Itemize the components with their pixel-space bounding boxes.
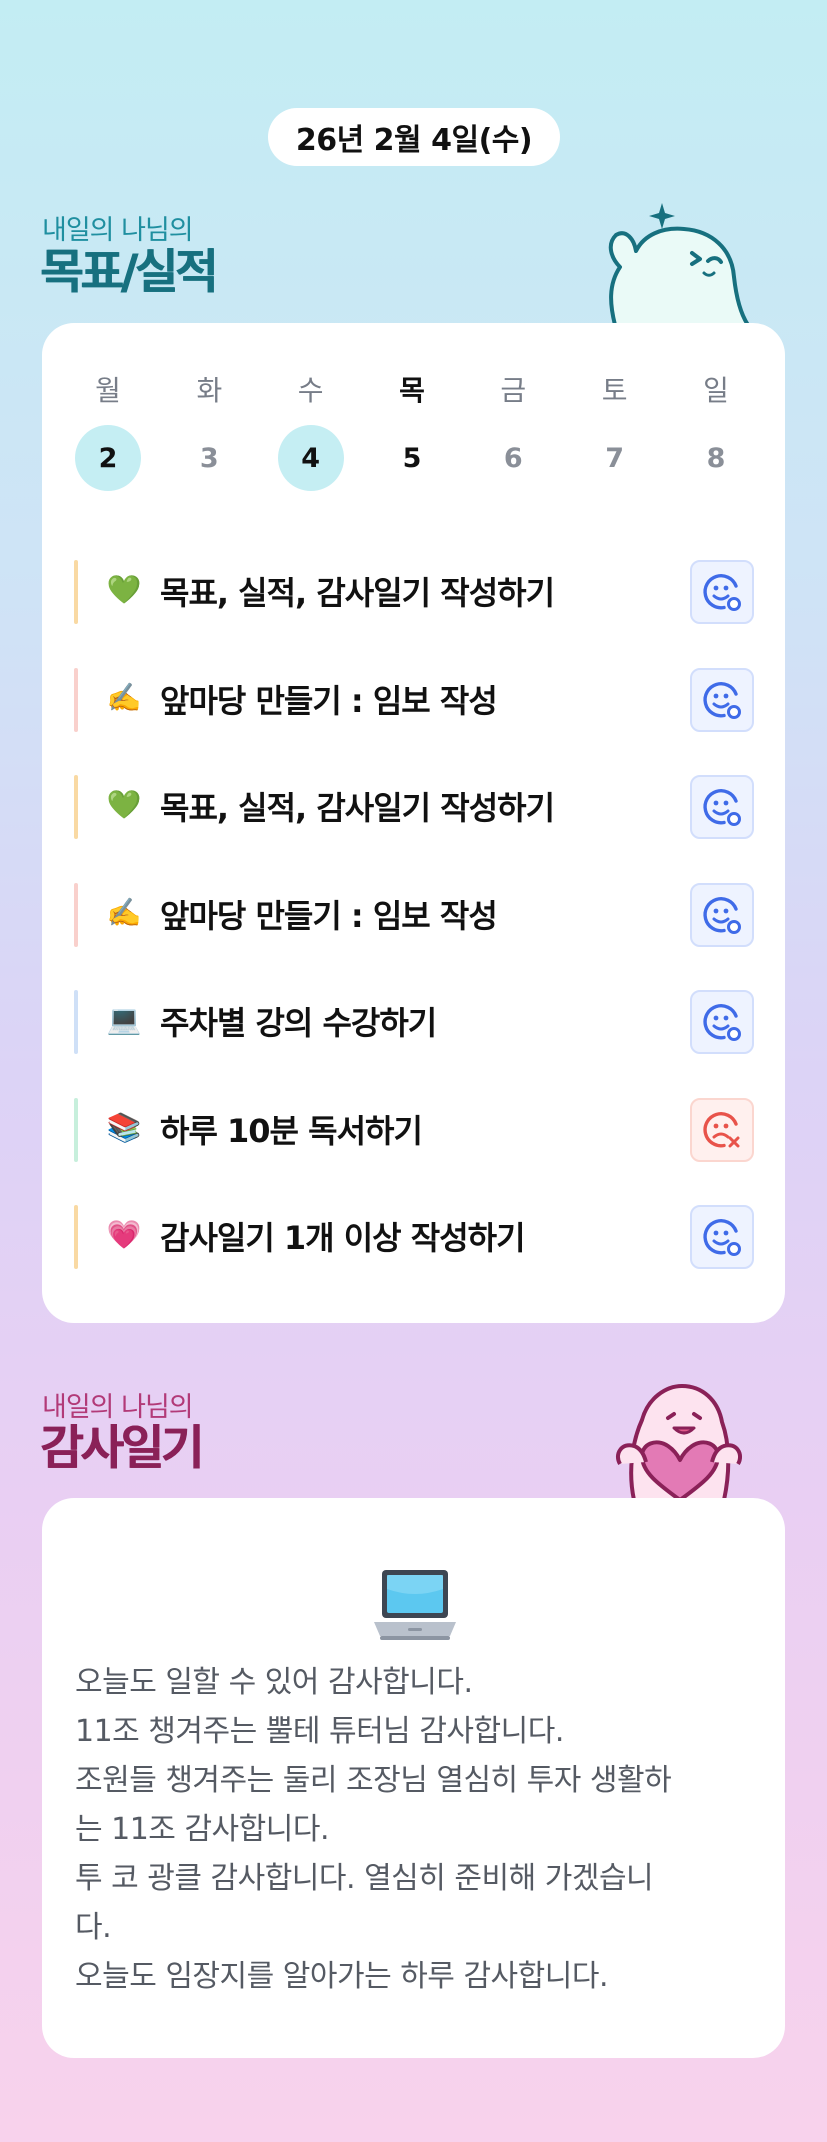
day-number: 8	[706, 442, 726, 474]
goal-item[interactable]: ✍️ 앞마당 만들기 : 임보 작성	[74, 646, 754, 754]
gratitude-text: 오늘도 일할 수 있어 감사합니다. 11조 챙겨주는 뿔테 튜터님 감사합니다…	[75, 1658, 755, 2001]
goal-text: 주차별 강의 수강하기	[160, 1004, 437, 1042]
mascot-waving-illustration	[608, 203, 750, 325]
goal-text: 하루 10분 독서하기	[160, 1111, 423, 1150]
goals-card: 월 2 화 3 수 4 목 5 금 6 토 7 일 8 💚 목표, 실적, 감사…	[42, 323, 785, 1323]
smile-icon	[703, 1219, 741, 1256]
status-button[interactable]	[690, 882, 754, 947]
goal-list: 💚 목표, 실적, 감사일기 작성하기 ✍️ 앞마당 만들기 : 임보 작성 💚…	[74, 538, 754, 1291]
goal-text: 목표, 실적, 감사일기 작성하기	[160, 789, 555, 827]
goals-section-title: 목표/실적	[40, 245, 218, 300]
date-label: 26년 2월 4일(수)	[268, 108, 560, 166]
day-number: 2	[75, 425, 141, 491]
goal-item[interactable]: 💚 목표, 실적, 감사일기 작성하기	[74, 538, 754, 646]
goal-item[interactable]: 💻 주차별 강의 수강하기	[74, 968, 754, 1076]
smile-icon	[703, 789, 741, 826]
pink-heart-icon: 💗	[106, 1218, 142, 1251]
day-number: 4	[277, 425, 344, 491]
gratitude-line: 투 코 광클 감사합니다. 열심히 준비해 가겠습니	[75, 1861, 654, 1896]
laptop-icon	[374, 1570, 456, 1640]
weekday-label: 화	[196, 374, 223, 407]
goal-text: 목표, 실적, 감사일기 작성하기	[160, 574, 555, 612]
status-button[interactable]	[690, 560, 754, 624]
weekday-label: 일	[703, 374, 729, 407]
goal-item[interactable]: 💗 감사일기 1개 이상 작성하기	[74, 1183, 754, 1291]
goal-text: 앞마당 만들기 : 임보 작성	[160, 681, 498, 720]
weekday-label: 목	[399, 374, 425, 407]
smile-icon	[703, 574, 741, 611]
writing-hand-icon: ✍️	[106, 895, 142, 929]
weekday-label: 수	[297, 374, 324, 407]
green-heart-icon: 💚	[106, 788, 142, 821]
weekday-label: 토	[601, 374, 628, 407]
day-number: 7	[605, 442, 625, 474]
status-button[interactable]	[690, 667, 754, 732]
gratitude-line: 오늘도 임장지를 알아가는 하루 감사합니다.	[75, 1959, 608, 1994]
gratitude-line: 조원들 챙겨주는 둘리 조장님 열심히 투자 생활하	[75, 1763, 672, 1798]
status-button[interactable]	[690, 1205, 754, 1269]
week-day-fri[interactable]: 금 6	[480, 371, 546, 491]
week-day-thu[interactable]: 목 5	[379, 371, 445, 491]
goal-item[interactable]: ✍️ 앞마당 만들기 : 임보 작성	[74, 861, 754, 969]
sad-icon	[703, 1111, 740, 1147]
laptop-icon: 💻	[106, 1003, 142, 1036]
goal-item[interactable]: 📚 하루 10분 독서하기	[74, 1076, 754, 1184]
week-day-tue[interactable]: 화 3	[176, 371, 242, 491]
smile-icon	[703, 896, 741, 934]
goal-accent-bar	[74, 1205, 78, 1269]
green-heart-icon: 💚	[106, 573, 142, 606]
goal-accent-bar	[74, 990, 78, 1054]
goal-text: 감사일기 1개 이상 작성하기	[160, 1219, 526, 1257]
day-number: 3	[199, 442, 219, 474]
goal-item[interactable]: 💚 목표, 실적, 감사일기 작성하기	[74, 753, 754, 861]
goal-accent-bar	[74, 667, 78, 732]
weekday-label: 월	[95, 374, 121, 407]
goal-text: 앞마당 만들기 : 임보 작성	[160, 896, 498, 935]
status-button[interactable]	[690, 775, 754, 839]
mascot-heart-illustration	[615, 1384, 743, 1500]
status-button[interactable]	[690, 990, 754, 1054]
goal-accent-bar	[74, 882, 78, 947]
weekday-label: 금	[500, 374, 527, 407]
status-button[interactable]	[690, 1097, 754, 1162]
week-day-sat[interactable]: 토 7	[582, 371, 648, 491]
week-day-wed[interactable]: 수 4	[277, 371, 344, 491]
gratitude-line: 는 11조 감사합니다.	[75, 1812, 329, 1847]
gratitude-card: 오늘도 일할 수 있어 감사합니다. 11조 챙겨주는 뿔테 튜터님 감사합니다…	[42, 1498, 785, 2058]
week-strip: 월 2 화 3 수 4 목 5 금 6 토 7 일 8	[75, 371, 749, 491]
gratitude-line: 11조 챙겨주는 뿔테 튜터님 감사합니다.	[75, 1714, 564, 1749]
writing-hand-icon: ✍️	[106, 680, 142, 714]
gratitude-line: 오늘도 일할 수 있어 감사합니다.	[75, 1665, 473, 1700]
goal-accent-bar	[74, 560, 78, 624]
gratitude-section-title: 감사일기	[40, 1421, 204, 1476]
week-day-sun[interactable]: 일 8	[683, 371, 749, 491]
gratitude-line: 다.	[75, 1910, 112, 1945]
week-day-mon[interactable]: 월 2	[75, 371, 141, 491]
goal-accent-bar	[74, 775, 78, 839]
goal-accent-bar	[74, 1097, 78, 1162]
smile-icon	[703, 681, 741, 719]
day-number: 6	[503, 442, 523, 474]
books-icon: 📚	[106, 1110, 142, 1144]
smile-icon	[703, 1004, 741, 1041]
day-number: 5	[402, 442, 422, 474]
